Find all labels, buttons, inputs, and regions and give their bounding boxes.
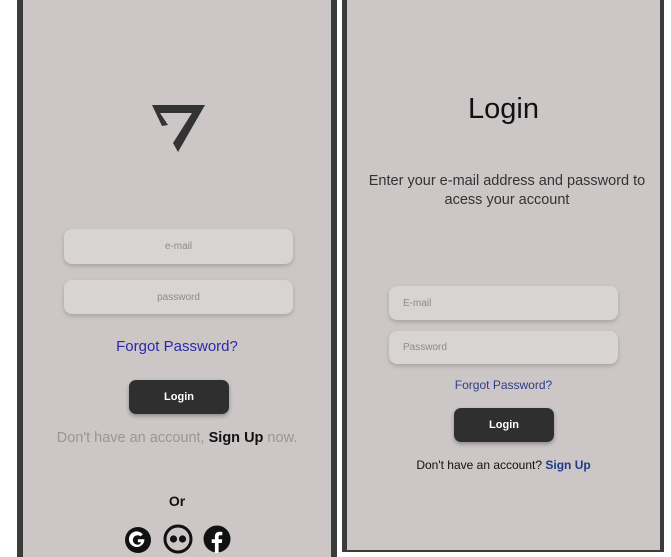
signup-link[interactable]: Sign Up xyxy=(209,430,264,446)
login-button[interactable]: Login xyxy=(454,408,554,442)
right-login-screen: Login Enter your e-mail address and pass… xyxy=(342,0,664,552)
or-divider-label: Or xyxy=(168,493,186,509)
signup-prompt: Don't have an account? Sign Up xyxy=(347,458,660,472)
facebook-icon[interactable] xyxy=(203,525,231,553)
signup-suffix-text: now. xyxy=(263,430,298,446)
flickr-icon[interactable] xyxy=(163,524,193,554)
signup-prefix-text: Don't have an account? xyxy=(416,458,546,472)
forgot-password-link[interactable]: Forgot Password? xyxy=(23,338,331,355)
email-input[interactable] xyxy=(389,286,618,320)
login-button[interactable]: Login xyxy=(129,380,229,414)
signup-prompt: Don't have an account, Sign Up now. xyxy=(23,430,331,446)
page-subtitle: Enter your e-mail address and password t… xyxy=(368,173,646,208)
signup-link[interactable]: Sign Up xyxy=(545,458,590,472)
email-input[interactable] xyxy=(64,229,293,264)
app-logo-icon xyxy=(152,105,205,152)
password-input[interactable] xyxy=(64,280,293,314)
password-input[interactable] xyxy=(389,331,618,364)
google-icon[interactable] xyxy=(124,526,152,554)
forgot-password-link[interactable]: Forgot Password? xyxy=(347,378,660,392)
page-title: Login xyxy=(468,93,539,125)
signup-prefix-text: Don't have an account, xyxy=(56,430,209,446)
left-login-screen: Forgot Password? Login Don't have an acc… xyxy=(17,0,337,557)
